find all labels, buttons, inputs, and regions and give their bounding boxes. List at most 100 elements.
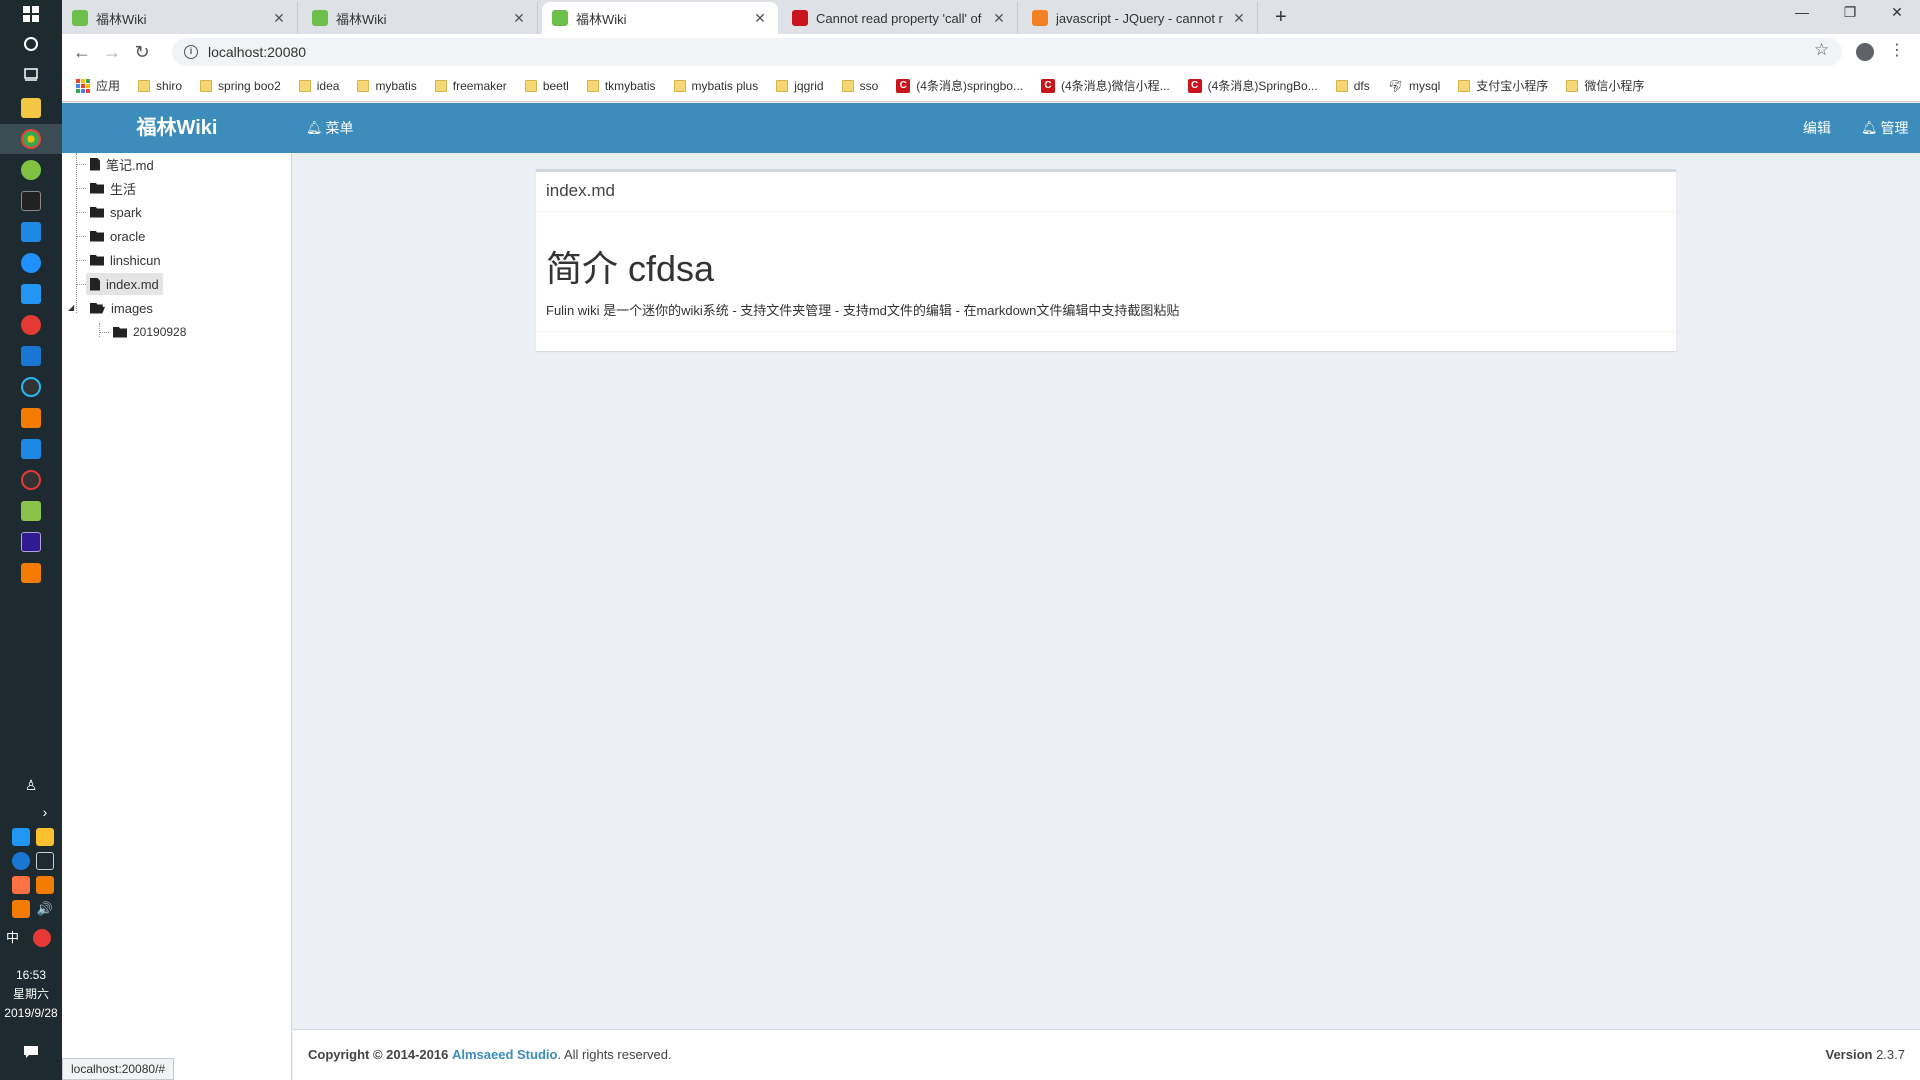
site-info-icon[interactable]: i — [184, 45, 198, 59]
browser-menu-icon[interactable]: ⋮ — [1889, 40, 1905, 60]
bookmark-label: tkmybatis — [604, 78, 656, 93]
tab-active[interactable]: 福林Wiki ✕ — [542, 2, 778, 34]
edit-link[interactable]: 编辑 — [1803, 103, 1831, 153]
tab-close-icon[interactable]: ✕ — [511, 10, 527, 27]
manage-link[interactable]: 🔔︎ 管理 — [1861, 103, 1909, 153]
app-icon[interactable] — [21, 439, 41, 459]
notepad-icon[interactable] — [21, 501, 41, 521]
people-icon[interactable]: ♙ — [19, 773, 43, 797]
terminal-icon[interactable] — [21, 191, 41, 211]
cortana-search-icon[interactable] — [19, 32, 43, 56]
app-icon[interactable] — [21, 315, 41, 335]
app-icon[interactable] — [21, 222, 41, 242]
folder-icon — [434, 79, 447, 92]
menu-link[interactable]: 🔔︎ 菜单 — [306, 103, 354, 153]
bookmark-item[interactable]: beetl — [524, 78, 569, 93]
tab[interactable]: javascript - JQuery - cannot re ✕ — [1022, 2, 1258, 34]
bookmark-item[interactable]: 微信小程序 — [1566, 77, 1644, 94]
volume-icon[interactable]: 🔊 — [36, 900, 54, 918]
app-icon[interactable] — [21, 563, 41, 583]
restore-button[interactable]: ❐ — [1835, 4, 1865, 21]
forward-button[interactable]: → — [100, 40, 124, 64]
ime-indicator[interactable]: 中 — [6, 929, 24, 947]
tree-item[interactable]: oracle — [86, 225, 149, 247]
tab[interactable]: Cannot read property 'call' of u ✕ — [782, 2, 1018, 34]
bookmark-star-icon[interactable]: ☆ — [1814, 40, 1829, 60]
app-icon[interactable] — [21, 284, 41, 304]
clock-date[interactable]: 2019/9/28 — [0, 1004, 62, 1023]
bookmark-item[interactable]: mybatis plus — [673, 79, 758, 93]
bookmark-item[interactable]: freemaker — [434, 78, 507, 93]
bookmark-label: beetl — [542, 78, 569, 93]
tree-item-label: images — [111, 300, 153, 316]
bookmark-label: sso — [859, 78, 879, 93]
new-tab-button[interactable]: + — [1275, 6, 1287, 29]
close-window-button[interactable]: ✕ — [1882, 4, 1912, 21]
bookmark-item[interactable]: 应用 — [76, 77, 120, 94]
tree-item[interactable]: 生活 — [86, 177, 140, 199]
reload-button[interactable]: ↻ — [130, 40, 154, 64]
tab-close-icon[interactable]: ✕ — [271, 10, 287, 27]
task-view-icon[interactable] — [19, 62, 43, 86]
bookmark-item[interactable]: C (4条消息)SpringBo... — [1187, 77, 1318, 94]
folder-icon — [673, 79, 686, 92]
tray-app-icon[interactable] — [36, 876, 54, 894]
bluetooth-icon[interactable] — [12, 852, 30, 870]
bookmark-item[interactable]: 🐬︎ mysql — [1388, 79, 1441, 93]
wiki-app: 福林Wiki 🔔︎ 菜单 编辑 🔔︎ 管理 笔记.md 生活 spark ora… — [62, 103, 1920, 1080]
tree-item-selected[interactable]: index.md — [86, 273, 163, 295]
tab-close-icon[interactable]: ✕ — [1231, 10, 1247, 27]
bookmark-item[interactable]: sso — [841, 78, 879, 93]
bookmark-item[interactable]: mybatis — [357, 79, 417, 93]
bookmark-item[interactable]: 支付宝小程序 — [1458, 77, 1548, 94]
tray-qq-icon[interactable] — [36, 828, 54, 846]
action-center-icon[interactable] — [19, 1040, 43, 1064]
tree-item[interactable]: spark — [86, 201, 146, 223]
profile-avatar-icon[interactable] — [1856, 43, 1874, 61]
app-icon[interactable] — [21, 408, 41, 428]
address-url[interactable]: localhost:20080 — [208, 44, 306, 60]
chrome-icon[interactable] — [21, 129, 41, 149]
wechat-devtools-icon[interactable] — [21, 160, 41, 180]
bookmark-item[interactable]: dfs — [1335, 79, 1370, 93]
clock-time[interactable]: 16:53 — [0, 966, 62, 985]
clock-day[interactable]: 星期六 — [0, 985, 62, 1004]
wifi-icon[interactable] — [36, 852, 54, 870]
address-bar[interactable]: i localhost:20080 — [172, 38, 1842, 66]
bookmark-label: freemaker — [452, 78, 507, 93]
tree-item[interactable]: 20190928 — [109, 321, 190, 343]
bookmark-item[interactable]: spring boo2 — [200, 79, 281, 93]
minimize-button[interactable]: — — [1787, 4, 1817, 20]
bookmark-item[interactable]: idea — [298, 79, 339, 93]
windows-start-icon[interactable] — [19, 2, 43, 26]
tab[interactable]: 福林Wiki ✕ — [62, 2, 298, 34]
collapse-caret-icon[interactable]: ◢ — [68, 303, 74, 312]
file-explorer-icon[interactable] — [21, 98, 41, 118]
app-icon[interactable] — [21, 346, 41, 366]
bookmark-item[interactable]: shiro — [138, 79, 182, 93]
tray-app-icon[interactable] — [12, 900, 30, 918]
tab-close-icon[interactable]: ✕ — [991, 10, 1007, 27]
tree-item[interactable]: images — [86, 297, 157, 319]
folder-icon — [138, 79, 151, 92]
tree-item[interactable]: linshicun — [86, 249, 165, 271]
tab[interactable]: 福林Wiki ✕ — [302, 2, 538, 34]
bookmark-item[interactable]: jqgrid — [776, 79, 824, 93]
tree-item[interactable]: 笔记.md — [86, 153, 158, 175]
app-icon[interactable] — [21, 470, 41, 490]
studio-link[interactable]: Almsaeed Studio — [452, 1047, 557, 1062]
bookmark-item[interactable]: tkmybatis — [586, 78, 656, 93]
bookmark-item[interactable]: C (4条消息)微信小程... — [1040, 77, 1170, 94]
app-icon[interactable] — [21, 377, 41, 397]
chevron-right-icon[interactable]: › — [33, 800, 57, 824]
sogou-ime-icon[interactable] — [33, 929, 51, 947]
tab-close-icon[interactable]: ✕ — [752, 10, 768, 27]
app-logo[interactable]: 福林Wiki — [62, 103, 292, 153]
internet-explorer-icon[interactable] — [21, 253, 41, 273]
back-button[interactable]: ← — [70, 40, 94, 64]
bookmark-item[interactable]: C (4条消息)springbo... — [896, 77, 1023, 94]
bookmark-label: shiro — [156, 78, 183, 93]
tray-app-icon[interactable] — [12, 828, 30, 846]
phpstorm-icon[interactable] — [21, 532, 41, 552]
tray-app-icon[interactable] — [12, 876, 30, 894]
